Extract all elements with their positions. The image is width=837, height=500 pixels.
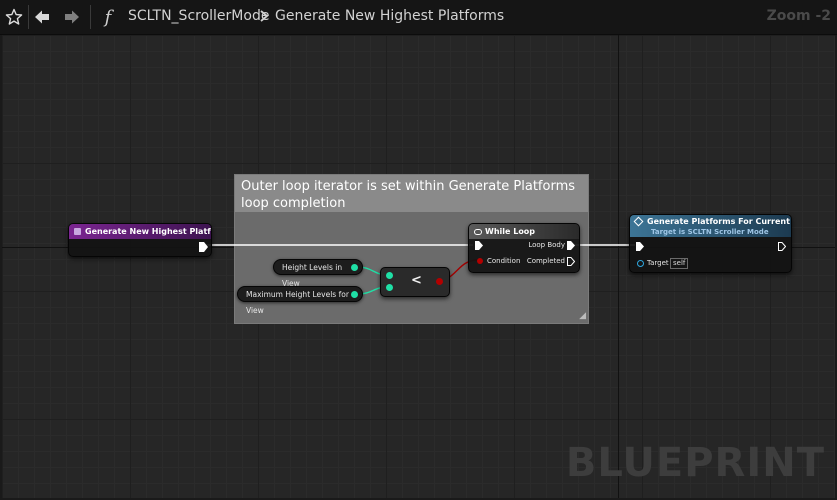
target-pin-label: Target (647, 259, 669, 267)
bool-output-pin-icon[interactable] (436, 278, 443, 285)
loop-body-pin-label: Loop Body (528, 241, 565, 249)
back-arrow-icon[interactable] (30, 4, 54, 30)
graph-canvas[interactable]: BLUEPRINT Outer loop iterator is set wit… (2, 35, 835, 498)
loop-icon (474, 228, 482, 235)
exec-input-pin-icon[interactable] (636, 242, 644, 251)
star-icon[interactable] (2, 4, 26, 30)
condition-pin-label: Condition (487, 257, 521, 265)
variable-maximum-height-levels-for-view[interactable]: Maximum Height Levels for View (237, 286, 363, 315)
function-entry-icon (74, 228, 81, 235)
function-entry-header: Generate New Highest Platforms (69, 224, 211, 239)
graph-toolbar: f SCLTN_ScrollerMode Generate New Highes… (0, 0, 837, 35)
forward-arrow-icon[interactable] (60, 4, 84, 30)
call-node-title: Generate Platforms For Current Height (647, 217, 791, 226)
chevron-right-icon (259, 8, 269, 28)
compare-operator: < (411, 273, 422, 288)
call-node-subtitle: Target is SCLTN Scroller Mode (651, 228, 769, 236)
toolbar-divider (90, 5, 91, 29)
function-entry-node[interactable]: Generate New Highest Platforms (68, 223, 212, 257)
call-generate-platforms-node[interactable]: Generate Platforms For Current Height Ta… (629, 214, 792, 273)
exec-input-pin-icon[interactable] (475, 241, 483, 250)
zoom-level: Zoom -2 (766, 8, 831, 24)
while-loop-header: While Loop (469, 224, 579, 239)
function-call-icon (633, 216, 644, 227)
function-entry-title: Generate New Highest Platforms (85, 227, 211, 236)
object-input-pin-icon[interactable] (637, 260, 644, 267)
int-output-pin-icon[interactable] (351, 291, 358, 298)
call-node-header: Generate Platforms For Current Height Ta… (630, 215, 791, 237)
int-input-pin-icon[interactable] (386, 272, 393, 279)
exec-output-pin-icon[interactable] (199, 242, 208, 252)
int-output-pin-icon[interactable] (351, 264, 358, 271)
function-icon: f (104, 6, 112, 28)
target-value[interactable]: self (670, 258, 689, 269)
while-loop-node[interactable]: While Loop Condition Loop Body Completed (468, 223, 580, 273)
breadcrumb-function[interactable]: Generate New Highest Platforms (275, 8, 504, 24)
variable-height-levels-in-view[interactable]: Height Levels in View (273, 259, 363, 288)
less-than-node[interactable]: < (380, 267, 450, 297)
completed-pin-label: Completed (526, 257, 565, 265)
int-input-pin-icon[interactable] (386, 284, 393, 291)
exec-output-pin-icon[interactable] (778, 242, 786, 251)
bool-input-pin-icon[interactable] (477, 258, 483, 264)
breadcrumb-class[interactable]: SCLTN_ScrollerMode (128, 8, 269, 24)
toolbar-divider (28, 5, 29, 29)
exec-output-pin-icon[interactable] (567, 257, 575, 266)
exec-output-pin-icon[interactable] (567, 241, 575, 250)
while-loop-title: While Loop (485, 227, 536, 236)
